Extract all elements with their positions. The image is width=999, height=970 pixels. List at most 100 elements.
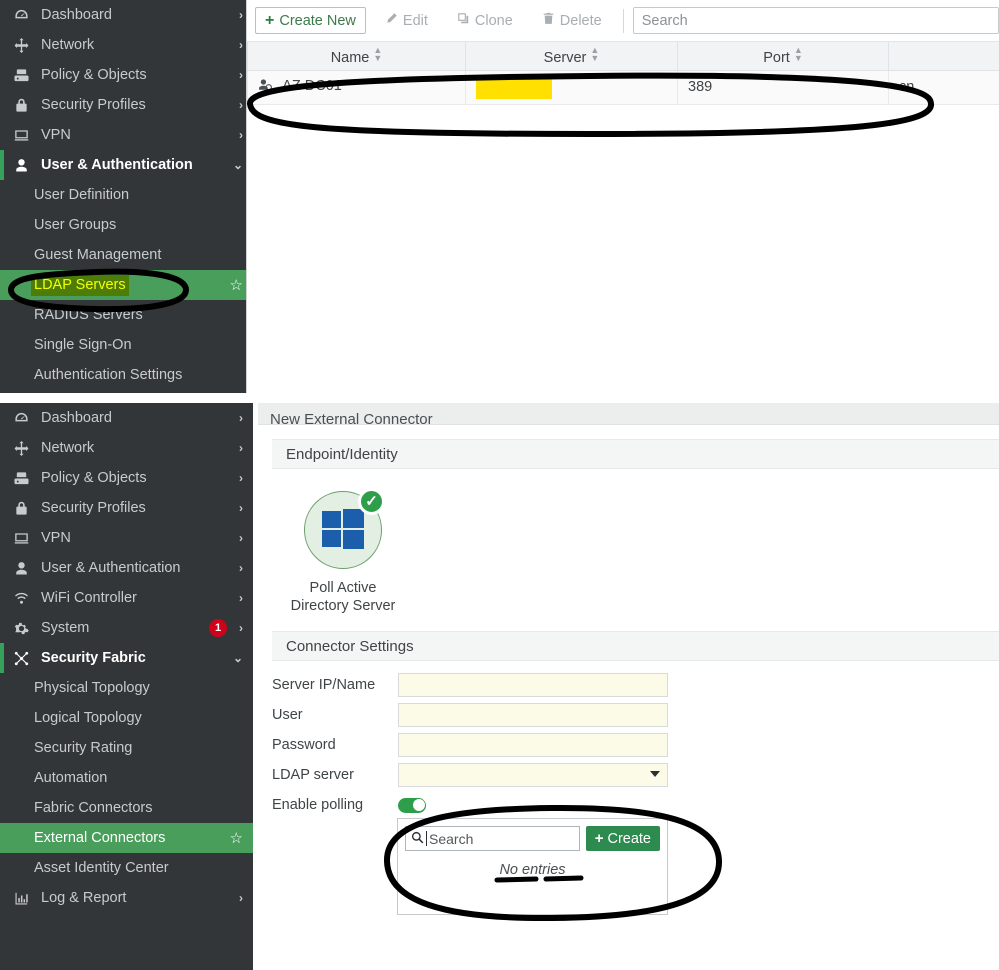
chart-icon	[10, 891, 32, 906]
create-new-label: Create New	[279, 12, 356, 29]
chevron-right-icon: ›	[239, 471, 243, 485]
sort-arrows-icon[interactable]: ▲ ▼	[590, 45, 599, 62]
chevron-right-icon: ›	[239, 128, 243, 142]
sidebar-item-fabric-connectors[interactable]: Fabric Connectors	[0, 793, 253, 823]
ldap-server-select[interactable]	[398, 763, 668, 787]
column-header-name[interactable]: Name ▲ ▼	[247, 42, 466, 71]
clone-label: Clone	[474, 12, 513, 29]
clone-button[interactable]: Clone	[446, 7, 523, 34]
sidebar-item-label: VPN	[41, 530, 71, 546]
sidebar-item-label: Asset Identity Center	[34, 860, 169, 876]
server-ip-name-input[interactable]	[398, 673, 668, 697]
password-input[interactable]	[398, 733, 668, 757]
dropdown-search-input[interactable]: Search	[405, 826, 580, 851]
sidebar-item-single-sign-on[interactable]: Single Sign-On	[0, 330, 253, 360]
sidebar-item-vpn[interactable]: VPN ›	[0, 523, 253, 553]
section-title: Connector Settings	[286, 637, 414, 655]
clone-icon	[457, 12, 470, 29]
sidebar-item-network[interactable]: Network ›	[0, 433, 253, 463]
dashboard-icon	[10, 411, 32, 426]
column-label: Server	[543, 49, 587, 66]
sidebar-item-vpn[interactable]: VPN ›	[0, 120, 253, 150]
cell-port: 389	[677, 69, 889, 105]
sidebar-item-network[interactable]: Network ›	[0, 30, 253, 60]
field-label: Password	[272, 737, 336, 753]
sidebar-item-radius-servers[interactable]: RADIUS Servers	[0, 300, 253, 330]
sidebar-item-asset-identity-center[interactable]: Asset Identity Center	[0, 853, 253, 883]
redaction-block	[476, 75, 552, 99]
create-new-button[interactable]: + Create New	[255, 7, 366, 34]
form-title-bar: New External Connector	[258, 403, 999, 425]
sidebar-item-policy-objects[interactable]: Policy & Objects ›	[0, 463, 253, 493]
connector-tile-poll-active-directory-server[interactable]: ✓ Poll Active Directory Server	[288, 488, 398, 615]
form-body: Endpoint/Identity ✓ Poll Active Director…	[258, 425, 999, 819]
sidebar-item-log-report[interactable]: Log & Report ›	[0, 883, 253, 913]
chevron-down-icon	[650, 771, 660, 777]
plus-icon: +	[265, 11, 275, 29]
cell-name: AZ DC01	[247, 69, 466, 105]
enable-polling-toggle[interactable]	[398, 797, 426, 813]
chevron-right-icon: ›	[239, 38, 243, 52]
search-input[interactable]: Search	[632, 7, 999, 34]
sidebar-item-system[interactable]: System 1 ›	[0, 613, 253, 643]
sidebar-item-ldap-servers[interactable]: LDAP Servers ☆	[0, 270, 253, 300]
search-icon	[411, 831, 424, 847]
sort-arrows-icon[interactable]: ▲ ▼	[794, 45, 803, 62]
sidebar-item-guest-management[interactable]: Guest Management	[0, 240, 253, 270]
sidebar-item-policy-objects[interactable]: Policy & Objects ›	[0, 60, 253, 90]
sidebar-item-label: Network	[41, 440, 95, 456]
sidebar-item-logical-topology[interactable]: Logical Topology	[0, 703, 253, 733]
sidebar-item-label: Authentication Settings	[34, 367, 183, 383]
table-row[interactable]: AZ DC01 389 cn	[247, 69, 999, 105]
sort-arrows-icon[interactable]: ▲ ▼	[373, 45, 382, 62]
sidebar-item-label: System	[41, 620, 90, 636]
dropdown-create-button[interactable]: + Create	[585, 826, 660, 851]
sidebar-item-security-profiles[interactable]: Security Profiles ›	[0, 90, 253, 120]
ldap-servers-screenshot: Dashboard › Network › Policy & Objects ›	[0, 0, 999, 393]
dropdown-empty-message: No entries	[499, 862, 566, 878]
cell-name-text: AZ DC01	[282, 78, 342, 94]
chevron-right-icon: ›	[239, 68, 243, 82]
sidebar-item-user-definition[interactable]: User Definition	[0, 180, 253, 210]
sidebar-item-label: Policy & Objects	[41, 67, 147, 83]
sidebar-item-label: Network	[41, 37, 95, 53]
favorite-star-icon[interactable]: ☆	[230, 278, 243, 293]
sidebar-item-label: Security Profiles	[41, 500, 146, 516]
sidebar-item-label: Policy & Objects	[41, 470, 147, 486]
sidebar-item-external-connectors[interactable]: External Connectors ☆	[0, 823, 253, 853]
field-row-enable-polling: Enable polling	[272, 791, 999, 819]
ldap-server-user-icon	[258, 78, 272, 96]
tile-icon-container: ✓	[304, 488, 385, 569]
sidebar-item-authentication-settings[interactable]: Authentication Settings	[0, 360, 253, 390]
sidebar-item-label: VPN	[41, 127, 71, 143]
table-header-row: Name ▲ ▼ Server ▲ ▼ Port ▲ ▼	[247, 42, 999, 71]
connector-settings-fields: Server IP/Name User Password LDAP server	[258, 661, 999, 819]
delete-button[interactable]: Delete	[531, 7, 612, 34]
chevron-right-icon: ›	[239, 98, 243, 112]
sidebar-item-security-rating[interactable]: Security Rating	[0, 733, 253, 763]
column-header-port[interactable]: Port ▲ ▼	[677, 42, 889, 71]
trash-icon	[542, 12, 555, 29]
sidebar-item-user-authentication[interactable]: User & Authentication ›	[0, 553, 253, 583]
column-header-server[interactable]: Server ▲ ▼	[465, 42, 678, 71]
sidebar-item-wifi-controller[interactable]: WiFi Controller ›	[0, 583, 253, 613]
sidebar-item-dashboard[interactable]: Dashboard ›	[0, 403, 253, 433]
wifi-icon	[10, 591, 32, 606]
sidebar-item-dashboard[interactable]: Dashboard ›	[0, 0, 253, 30]
column-header-extra[interactable]	[888, 42, 999, 71]
field-label: LDAP server	[272, 767, 354, 783]
sidebar-item-user-groups[interactable]: User Groups	[0, 210, 253, 240]
sidebar-item-physical-topology[interactable]: Physical Topology	[0, 673, 253, 703]
lock-icon	[10, 98, 32, 113]
user-input[interactable]	[398, 703, 668, 727]
plus-icon: +	[594, 830, 604, 847]
edit-button[interactable]: Edit	[374, 7, 438, 34]
sidebar-item-user-authentication[interactable]: User & Authentication ⌄	[0, 150, 253, 180]
sidebar-item-security-fabric[interactable]: Security Fabric ⌄	[0, 643, 253, 673]
chevron-down-icon: ⌄	[232, 651, 243, 665]
favorite-star-icon[interactable]: ☆	[230, 831, 243, 846]
sidebar-item-security-profiles[interactable]: Security Profiles ›	[0, 493, 253, 523]
section-title: Endpoint/Identity	[286, 445, 398, 463]
sidebar-item-automation[interactable]: Automation	[0, 763, 253, 793]
primary-navigation-top: Dashboard › Network › Policy & Objects ›	[0, 0, 253, 393]
